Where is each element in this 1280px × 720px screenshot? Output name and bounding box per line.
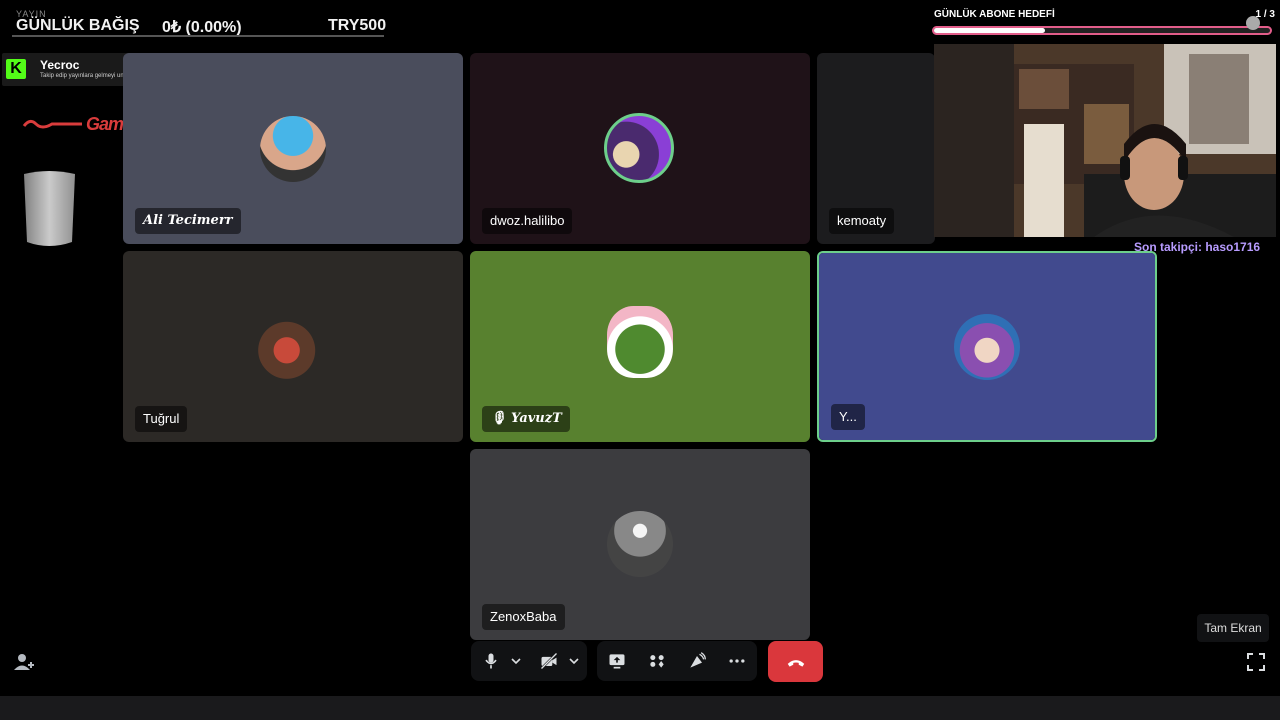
participant-name: Ali Tecimerr (135, 208, 241, 234)
participant-tile-zenoxbaba[interactable]: ZenoxBaba (470, 449, 810, 640)
muted-mic-icon: 🎙︎ (490, 411, 507, 426)
activities-icon (650, 655, 664, 668)
donation-title: GÜNLÜK BAĞIŞ (16, 17, 140, 34)
hang-up-icon (787, 659, 804, 667)
subscriber-goal-label: GÜNLÜK ABONE HEDEFİ (934, 9, 1055, 20)
avatar (257, 314, 323, 380)
microphone-icon (485, 653, 497, 669)
participant-tile-ali[interactable]: Ali Tecimerr (123, 53, 463, 244)
avatar (607, 306, 673, 378)
streamer-webcam (934, 44, 1276, 237)
progress-knob-icon (1246, 16, 1260, 30)
subscriber-goal-widget: GÜNLÜK ABONE HEDEFİ 1 / 3 (930, 8, 1275, 40)
participant-tile-kemoaty[interactable]: kemoaty (817, 53, 935, 244)
screen-share-button[interactable] (597, 641, 637, 681)
kick-logo-icon: K (6, 59, 26, 79)
fullscreen-tooltip: Tam Ekran (1197, 614, 1269, 642)
daily-donation-bar: YAYIN GÜNLÜK BAĞIŞ 0₺ (0.00%) TRY500 (0, 0, 400, 40)
follower-notification: K Yecroc Takip edip yayınlara gelmeyi un… (2, 53, 143, 86)
last-follower-label: Son takipçi: haso1716 (1134, 240, 1261, 254)
participant-name: ZenoxBaba (482, 604, 565, 630)
avatar (604, 113, 674, 183)
donation-divider (12, 35, 384, 37)
sponsor-swoosh-icon (22, 119, 82, 129)
participant-tile-yavuzt[interactable]: 🎙︎ YavuzT (470, 251, 810, 442)
follower-name: Yecroc (40, 58, 80, 72)
screen-share-icon (609, 654, 625, 669)
avatar (954, 314, 1020, 380)
activities-button[interactable] (637, 641, 677, 681)
avatar (260, 116, 326, 182)
add-user-icon[interactable] (12, 650, 36, 674)
webcam-scene-image (934, 44, 1276, 237)
donation-amount: 0₺ (0.00%) (162, 19, 242, 36)
fullscreen-icon[interactable] (1244, 650, 1268, 674)
participant-tile-dwoz[interactable]: dwoz.halilibo (470, 53, 810, 244)
disconnect-button[interactable] (768, 641, 823, 682)
soundboard-button[interactable] (677, 641, 717, 681)
microphone-options-button[interactable] (503, 641, 529, 681)
more-options-button[interactable] (717, 641, 757, 681)
participant-tile-y[interactable]: Y... (817, 251, 1157, 442)
progress-fill (934, 28, 1045, 33)
avatar (607, 511, 673, 577)
participant-name: Tuğrul (135, 406, 188, 432)
more-icon (729, 659, 745, 663)
subscriber-goal-progress (932, 16, 1272, 35)
participant-name: dwoz.halilibo (482, 208, 573, 234)
soundboard-icon (690, 652, 706, 668)
participant-name: Y... (831, 404, 865, 430)
footer-strip (0, 696, 1280, 720)
participant-tile-tugrul[interactable]: Tuğrul (123, 251, 463, 442)
donation-goal: TRY500 (328, 17, 387, 34)
mic-camera-group (471, 641, 587, 681)
participant-name: kemoaty (829, 208, 895, 234)
camera-options-button[interactable] (561, 641, 587, 681)
actions-group (597, 641, 757, 681)
participant-name: 🎙︎ YavuzT (482, 406, 570, 432)
chevron-down-icon (511, 658, 521, 665)
glass-image (24, 171, 75, 246)
chevron-down-icon (569, 658, 579, 665)
camera-off-icon (540, 652, 558, 670)
